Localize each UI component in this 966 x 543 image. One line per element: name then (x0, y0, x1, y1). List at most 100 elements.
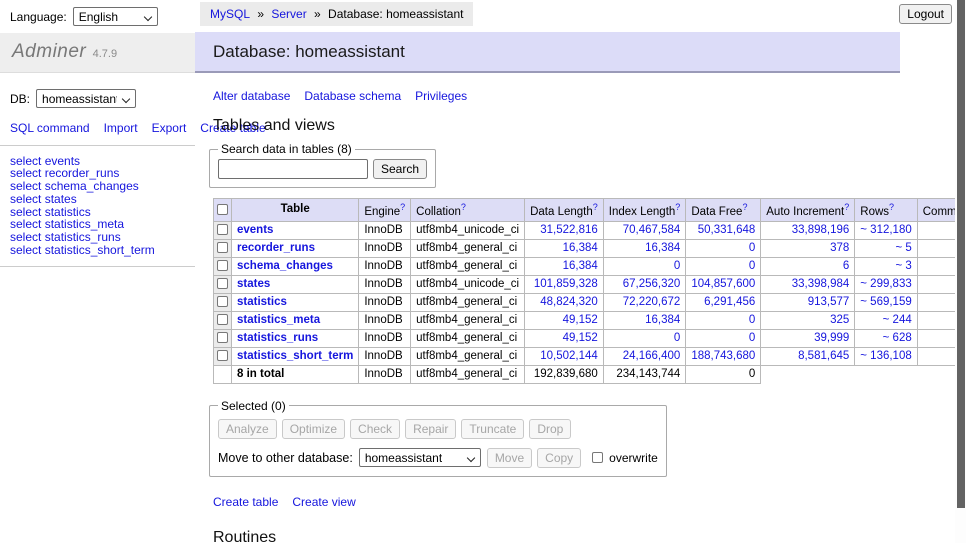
table-name-link-statistics[interactable]: statistics (237, 296, 287, 308)
auto-increment-link[interactable]: 33,398,984 (792, 278, 850, 290)
row-checkbox-cell (214, 347, 232, 365)
data-length-cell: 16,384 (525, 239, 604, 257)
db-action-privileges[interactable]: Privileges (415, 89, 467, 103)
auto-increment-cell: 325 (761, 311, 855, 329)
row-checkbox-cell (214, 257, 232, 275)
logout-button[interactable]: Logout (899, 4, 952, 24)
data-length-link[interactable]: 31,522,816 (540, 224, 598, 236)
rows-link[interactable]: ~ 244 (883, 314, 912, 326)
db-action-database-schema[interactable]: Database schema (304, 89, 401, 103)
table-name-link-events[interactable]: events (237, 224, 273, 236)
row-checkbox-statistics[interactable] (217, 296, 228, 307)
data-length-link[interactable]: 49,152 (563, 332, 598, 344)
move-database-select[interactable]: homeassistant (359, 448, 481, 467)
data-length-link[interactable]: 48,824,320 (540, 296, 598, 308)
index-length-link[interactable]: 0 (674, 332, 680, 344)
auto-increment-link[interactable]: 913,577 (808, 296, 850, 308)
rows-link[interactable]: ~ 569,159 (860, 296, 911, 308)
data-free-link[interactable]: 6,291,456 (704, 296, 755, 308)
column-header-label: Rows (860, 206, 889, 218)
data-length-link[interactable]: 49,152 (563, 314, 598, 326)
row-checkbox-events[interactable] (217, 224, 228, 235)
index-length-link[interactable]: 16,384 (645, 314, 680, 326)
rows-link[interactable]: ~ 312,180 (860, 224, 911, 236)
db-action-alter-database[interactable]: Alter database (213, 89, 290, 103)
rows-link[interactable]: ~ 136,108 (860, 350, 911, 362)
adminer-logo[interactable]: Adminer 4.7.9 (0, 33, 195, 73)
breadcrumb-link-server[interactable]: Server (271, 7, 306, 21)
data-length-link[interactable]: 16,384 (563, 260, 598, 272)
total-collation-cell: utf8mb4_general_ci (411, 365, 525, 383)
data-free-link[interactable]: 0 (749, 314, 755, 326)
table-link-statistics-short-term[interactable]: statistics_short_term (45, 243, 155, 257)
table-name-cell: events (232, 221, 359, 239)
auto-increment-link[interactable]: 378 (830, 242, 849, 254)
chevron-down-icon (467, 454, 475, 462)
sidebar-action-export[interactable]: Export (152, 121, 187, 135)
row-checkbox-statistics-runs[interactable] (217, 332, 228, 343)
index-length-link[interactable]: 24,166,400 (623, 350, 681, 362)
index-length-link[interactable]: 67,256,320 (623, 278, 681, 290)
help-link-collation[interactable]: ? (461, 202, 466, 212)
row-checkbox-statistics-meta[interactable] (217, 314, 228, 325)
collation-cell: utf8mb4_unicode_ci (411, 221, 525, 239)
index-length-link[interactable]: 72,220,672 (623, 296, 681, 308)
create-create-view[interactable]: Create view (292, 495, 355, 509)
help-link-data-length[interactable]: ? (593, 202, 598, 212)
data-free-link[interactable]: 50,331,648 (698, 224, 756, 236)
data-free-link[interactable]: 0 (749, 332, 755, 344)
column-header-collation: Collation? (411, 199, 525, 222)
index-length-cell: 0 (603, 329, 686, 347)
rows-link[interactable]: ~ 628 (883, 332, 912, 344)
rows-link[interactable]: ~ 5 (895, 242, 911, 254)
row-checkbox-schema-changes[interactable] (217, 260, 228, 271)
auto-increment-link[interactable]: 8,581,645 (798, 350, 849, 362)
search-input[interactable] (218, 159, 368, 179)
scrollbar-track[interactable] (955, 0, 966, 543)
select-link-statistics-short-term[interactable]: select (10, 243, 41, 257)
index-length-cell: 72,220,672 (603, 293, 686, 311)
data-length-link[interactable]: 16,384 (563, 242, 598, 254)
data-free-link[interactable]: 104,857,600 (691, 278, 755, 290)
index-length-link[interactable]: 70,467,584 (623, 224, 681, 236)
data-length-cell: 16,384 (525, 257, 604, 275)
table-name-link-states[interactable]: states (237, 278, 270, 290)
index-length-link[interactable]: 0 (674, 260, 680, 272)
index-length-link[interactable]: 16,384 (645, 242, 680, 254)
help-link-auto-increment[interactable]: ? (844, 202, 849, 212)
data-length-link[interactable]: 10,502,144 (540, 350, 598, 362)
database-links: Alter database Database schema Privileges (213, 89, 966, 103)
table-name-link-statistics-short-term[interactable]: statistics_short_term (237, 350, 353, 362)
table-name-link-schema-changes[interactable]: schema_changes (237, 260, 333, 272)
help-link-engine[interactable]: ? (400, 202, 405, 212)
data-free-link[interactable]: 0 (749, 242, 755, 254)
search-button[interactable]: Search (373, 159, 427, 179)
auto-increment-link[interactable]: 39,999 (814, 332, 849, 344)
data-free-link[interactable]: 188,743,680 (691, 350, 755, 362)
table-name-link-statistics-meta[interactable]: statistics_meta (237, 314, 320, 326)
create-create-table[interactable]: Create table (213, 495, 278, 509)
data-length-link[interactable]: 101,859,328 (534, 278, 598, 290)
auto-increment-link[interactable]: 33,898,196 (792, 224, 850, 236)
rows-link[interactable]: ~ 299,833 (860, 278, 911, 290)
row-checkbox-statistics-short-term[interactable] (217, 350, 228, 361)
select-all-checkbox[interactable] (217, 204, 228, 215)
help-link-data-free[interactable]: ? (742, 202, 747, 212)
overwrite-checkbox[interactable] (592, 452, 603, 463)
table-name-link-statistics-runs[interactable]: statistics_runs (237, 332, 318, 344)
scrollbar-thumb[interactable] (957, 0, 965, 508)
data-free-link[interactable]: 0 (749, 260, 755, 272)
row-checkbox-recorder-runs[interactable] (217, 242, 228, 253)
table-name-link-recorder-runs[interactable]: recorder_runs (237, 242, 315, 254)
breadcrumb-link-mysql[interactable]: MySQL (210, 7, 250, 21)
language-select[interactable]: English (73, 7, 158, 26)
row-checkbox-states[interactable] (217, 278, 228, 289)
sidebar-action-import[interactable]: Import (104, 121, 138, 135)
auto-increment-link[interactable]: 325 (830, 314, 849, 326)
auto-increment-link[interactable]: 6 (843, 260, 849, 272)
rows-link[interactable]: ~ 3 (895, 260, 911, 272)
help-link-rows[interactable]: ? (889, 202, 894, 212)
sidebar-action-sql-command[interactable]: SQL command (10, 121, 90, 135)
db-select[interactable]: homeassistant (36, 89, 136, 108)
help-link-index-length[interactable]: ? (675, 202, 680, 212)
